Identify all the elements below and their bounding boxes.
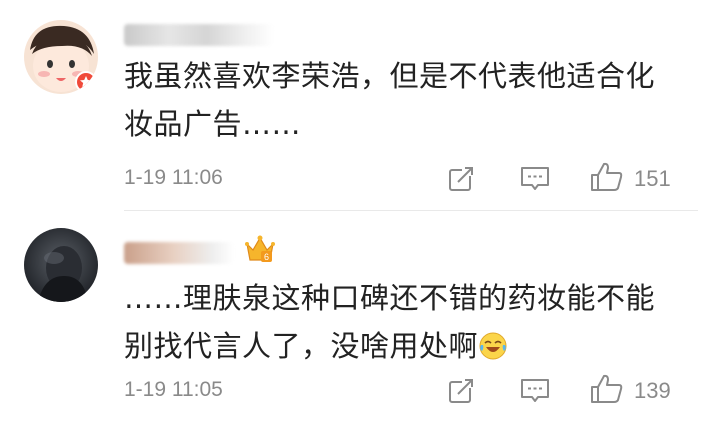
thumbs-up-icon[interactable] xyxy=(590,374,624,404)
thumbs-up-icon[interactable] xyxy=(590,162,624,192)
comment-text: ……理肤泉这种口碑还不错的药妆能不能别找代言人了，没啥用处啊 xyxy=(124,281,656,363)
comment-timestamp: 1-19 11:06 xyxy=(124,166,223,189)
comment-item: 我虽然喜欢李荣浩，但是不代表他适合化妆品广告…… 1-19 11:06 151 xyxy=(0,0,712,211)
comment-item: 6 ……理肤泉这种口碑还不错的药妆能不能别找代言人了，没啥用处啊 1-19 11… xyxy=(0,212,712,436)
like-count: 139 xyxy=(634,378,671,403)
divider xyxy=(124,210,698,211)
username-blurred[interactable] xyxy=(124,242,234,264)
avatar[interactable] xyxy=(24,20,98,94)
vip-crown-icon: 6 xyxy=(245,235,275,262)
comment-text: 我虽然喜欢李荣浩，但是不代表他适合化妆品广告…… xyxy=(124,59,656,141)
share-icon[interactable] xyxy=(448,378,474,404)
svg-text:6: 6 xyxy=(264,252,269,262)
share-icon[interactable] xyxy=(448,166,474,192)
avatar[interactable] xyxy=(24,228,98,302)
username-blurred[interactable] xyxy=(124,24,274,46)
laughing-crying-emoji xyxy=(479,332,507,360)
comment-icon[interactable] xyxy=(520,166,550,192)
like-count: 151 xyxy=(634,166,671,191)
comment-timestamp: 1-19 11:05 xyxy=(124,378,223,401)
comment-icon[interactable] xyxy=(520,378,550,404)
